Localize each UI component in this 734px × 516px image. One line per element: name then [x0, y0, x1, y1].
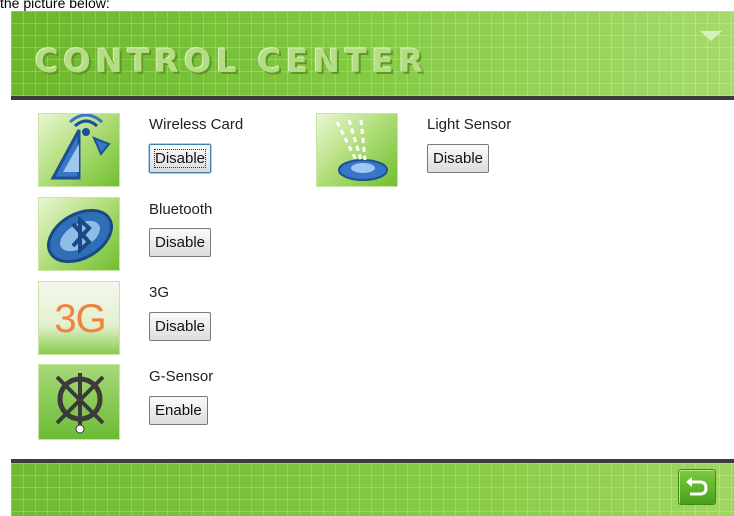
back-button[interactable] — [678, 469, 716, 505]
wireless-card-label: Wireless Card — [149, 116, 244, 133]
g-sensor-label: G-Sensor — [149, 368, 214, 385]
bluetooth-disable-button[interactable]: Disable — [149, 228, 212, 257]
g-sensor-icon — [38, 364, 120, 440]
light-sensor-icon — [316, 113, 398, 187]
light-sensor-label: Light Sensor — [427, 116, 512, 133]
3g-label: 3G — [149, 284, 170, 301]
3g-icon: 3G — [38, 281, 120, 355]
3g-icon-text: 3G — [54, 297, 106, 341]
footer-bar — [11, 463, 734, 516]
wireless-card-disable-button[interactable]: Disable — [149, 144, 212, 173]
bluetooth-label: Bluetooth — [149, 201, 213, 218]
return-arrow-icon — [686, 477, 708, 496]
header-bar: CONTROL CENTER — [11, 11, 734, 96]
dropdown-triangle-icon[interactable] — [700, 31, 722, 41]
bluetooth-icon — [38, 197, 120, 271]
wireless-antenna-icon — [38, 113, 120, 187]
g-sensor-enable-button[interactable]: Enable — [149, 396, 208, 425]
page-caption: the picture below: — [0, 0, 110, 11]
page-title: CONTROL CENTER — [35, 42, 429, 80]
header-divider — [11, 96, 734, 100]
3g-disable-button[interactable]: Disable — [149, 312, 212, 341]
light-sensor-disable-button[interactable]: Disable — [427, 144, 490, 173]
